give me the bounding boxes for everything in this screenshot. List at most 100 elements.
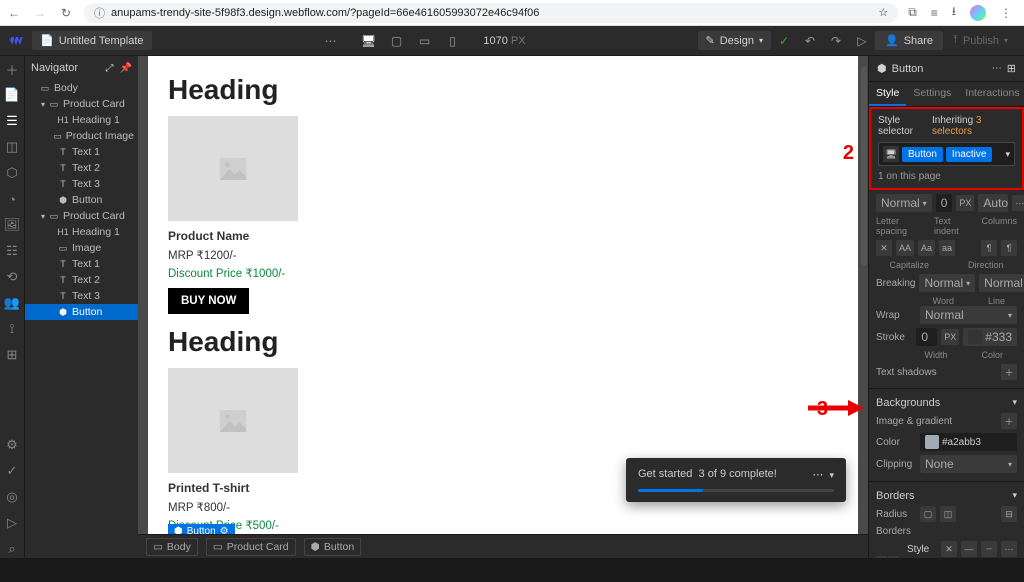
tab-settings[interactable]: Settings [906, 82, 958, 106]
pin-icon[interactable]: 📌 [120, 63, 132, 74]
desktop-icon[interactable]: 🖥 [883, 146, 899, 162]
image-placeholder[interactable] [168, 116, 298, 221]
tree-item[interactable]: ▭Image [25, 240, 138, 256]
tree-item[interactable]: ▾▭Product Card [25, 208, 138, 224]
wrap-select[interactable]: Normal▾ [920, 306, 1017, 324]
download-icon[interactable]: ⭳ [952, 2, 956, 23]
canvas-width[interactable]: 1070 PX [478, 35, 532, 47]
tree-item[interactable]: TText 3 [25, 176, 138, 192]
cms-icon[interactable]: ☷ [3, 242, 21, 260]
tree-item[interactable]: ▭Body [25, 80, 138, 96]
lowercase-button[interactable]: aa [939, 240, 955, 256]
users-icon[interactable]: 👥 [3, 294, 21, 312]
undo-icon[interactable]: ↶ [797, 30, 823, 52]
tablet-landscape-icon[interactable]: ▭ [412, 30, 438, 52]
redo-icon[interactable]: ↷ [823, 30, 849, 52]
value-input[interactable]: 0 [936, 194, 953, 212]
italic-select[interactable]: Normal▾ [876, 194, 932, 212]
tree-item[interactable]: H1Heading 1 [25, 224, 138, 240]
scrollbar-thumb[interactable] [861, 66, 867, 266]
product-card[interactable]: Heading Printed T-shirt MRP ₹800/- Disco… [168, 326, 838, 534]
apps-icon[interactable]: ⊞ [3, 346, 21, 364]
ecommerce-icon[interactable]: ⟟ [3, 320, 21, 338]
selector-chip[interactable]: Button [902, 147, 943, 162]
collapse-icon[interactable]: ⤢ [106, 63, 114, 74]
assets-icon[interactable]: 🖼 [3, 216, 21, 234]
gear-icon[interactable]: ⚙ [220, 526, 229, 534]
tablet-icon[interactable]: ▢ [384, 30, 410, 52]
chevron-down-icon[interactable]: ▾ [1012, 397, 1017, 409]
selector-chip[interactable]: Inactive [946, 147, 992, 162]
unit[interactable]: PX [956, 195, 974, 211]
chevron-down-icon[interactable]: ▾ [1005, 149, 1010, 160]
buy-button[interactable]: BUY NOW [168, 288, 249, 314]
radius-all-icon[interactable]: ▢ [920, 506, 936, 522]
tab-interactions[interactable]: Interactions [958, 82, 1024, 106]
border-side[interactable] [876, 556, 887, 559]
border-none-icon[interactable]: ✕ [941, 541, 957, 557]
back-icon[interactable]: ← [6, 6, 22, 20]
radius-ind-icon[interactable]: ◫ [940, 506, 956, 522]
product-mrp[interactable]: MRP ₹800/- [168, 500, 838, 514]
url-bar[interactable]: ⓘ anupams-trendy-site-5f98f3.design.webf… [84, 3, 898, 23]
more-icon[interactable]: ⋯ [992, 63, 1002, 74]
profile-avatar[interactable] [970, 5, 986, 21]
extension-icon[interactable]: ≡ [931, 6, 938, 20]
forward-icon[interactable]: → [32, 6, 48, 20]
tree-item[interactable]: ⬢Button [25, 304, 138, 320]
more-icon[interactable]: ⋯ [812, 469, 823, 481]
page-selector[interactable]: 📄 Untitled Template [32, 31, 152, 50]
breadcrumb-item[interactable]: ⬢Button [304, 538, 362, 556]
stroke-color[interactable]: #333 [963, 328, 1017, 346]
tree-item[interactable]: TText 2 [25, 272, 138, 288]
ltr-icon[interactable]: ¶ [981, 240, 997, 256]
tree-item[interactable]: H1Heading 1 [25, 112, 138, 128]
tab-style[interactable]: Style [869, 82, 906, 106]
selected-element-tag[interactable]: ⬢ Button ⚙ [168, 524, 235, 534]
add-icon[interactable]: ＋ [3, 60, 21, 78]
border-dashed-icon[interactable]: ┄ [981, 541, 997, 557]
tree-item[interactable]: TText 1 [25, 144, 138, 160]
site-info-icon[interactable]: ⓘ [94, 5, 105, 21]
chevron-down-icon[interactable]: ▾ [829, 470, 834, 480]
line-break-select[interactable]: Normal▾ [979, 274, 1024, 292]
chevron-down-icon[interactable]: ▾ [1012, 490, 1017, 502]
menu-icon[interactable]: ⋮ [1000, 6, 1012, 20]
navigator-icon[interactable]: ☰ [3, 112, 21, 130]
product-discount[interactable]: Discount Price ₹1000/- [168, 266, 838, 280]
audit-icon[interactable]: ✓ [3, 462, 21, 480]
check-icon[interactable]: ✓ [771, 30, 797, 52]
rtl-icon[interactable]: ¶ [1001, 240, 1017, 256]
auto-select[interactable]: Auto▾ [978, 194, 1008, 212]
tree-item[interactable]: ⬢Button [25, 192, 138, 208]
stroke-width-input[interactable]: 0 [916, 328, 937, 346]
heading[interactable]: Heading [168, 326, 838, 358]
mode-selector[interactable]: ✎ Design ▾ [698, 31, 771, 50]
product-name[interactable]: Product Name [168, 229, 838, 243]
webflow-logo-icon[interactable] [6, 31, 26, 51]
breadcrumb-item[interactable]: ▭Product Card [206, 538, 296, 556]
capitalize-button[interactable]: Aa [918, 240, 935, 256]
tree-item[interactable]: ▾▭Product Card [25, 96, 138, 112]
search-icon[interactable]: ⌕ [3, 540, 21, 558]
uppercase-button[interactable]: AA [896, 240, 914, 256]
components-icon[interactable]: ◫ [3, 138, 21, 156]
heading[interactable]: Heading [168, 74, 838, 106]
image-placeholder[interactable] [168, 368, 298, 473]
product-mrp[interactable]: MRP ₹1200/- [168, 248, 838, 262]
tree-item[interactable]: TText 2 [25, 160, 138, 176]
tree-item[interactable]: TText 3 [25, 288, 138, 304]
mobile-icon[interactable]: ▯ [440, 30, 466, 52]
breadcrumb-item[interactable]: ▭Body [146, 538, 198, 556]
star-icon[interactable]: ☆ [878, 6, 888, 19]
publish-button[interactable]: ⤒ Publish ▾ [943, 31, 1018, 50]
close-icon[interactable]: ✕ [876, 240, 892, 256]
logic-icon[interactable]: ⟲ [3, 268, 21, 286]
more-icon[interactable]: ⋯ [1012, 195, 1024, 211]
share-button[interactable]: 👤 Share [875, 31, 943, 50]
add-icon[interactable]: ＋ [1001, 413, 1017, 429]
unit-toggle[interactable]: ⊟ [1001, 506, 1017, 522]
variables-icon[interactable]: ⬡ [3, 164, 21, 182]
bg-color-input[interactable]: #a2abb3 [920, 433, 1017, 451]
tree-item[interactable]: ▭Product Image [25, 128, 138, 144]
